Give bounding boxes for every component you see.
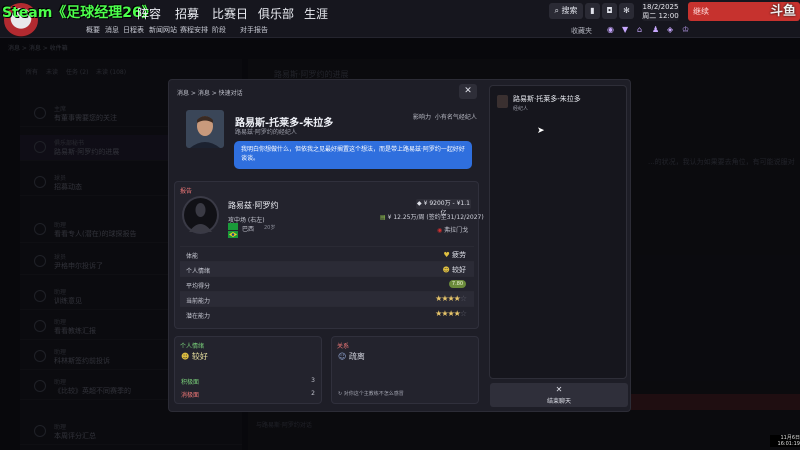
contract-icon: ▤ — [380, 214, 386, 221]
club-badge-icon: ◉ — [437, 227, 443, 234]
player-wage: ▤ ¥ 12.25万/周 (签约至31/12/2027) — [380, 214, 484, 221]
player-value: ◆ ¥ 9200万 - ¥1.1亿 — [416, 199, 471, 217]
subnav-opponent-report[interactable]: 对手报告 — [240, 25, 268, 35]
people-icon: ☺ — [338, 352, 347, 361]
rating-pill: 7.80 — [449, 280, 466, 288]
star-rating: ★★★★☆ — [435, 294, 467, 303]
subnav-stage[interactable]: 阶段 — [212, 25, 226, 35]
search-icon: ⌕ — [554, 6, 559, 15]
relation-card: 关系 ☺ 疏离 ↻ 对你这个主教练不怎么感冒 — [331, 336, 479, 404]
star-rating: ★★★★☆ — [435, 309, 467, 318]
report-card: 报告 路易兹·阿罗约 攻中场 (右左) 巴西 20岁 ◆ ¥ 9200万 - ¥… — [174, 181, 484, 329]
end-chat-button[interactable]: ✕ 结束聊天 — [490, 383, 628, 407]
influence: 影响力 小有名气经纪人 — [413, 114, 477, 121]
player-club: ◉ 弗拉门戈 — [437, 227, 469, 234]
subnav-fixtures[interactable]: 赛程安排 — [180, 25, 208, 35]
bookmark-icon[interactable]: ▮ — [585, 3, 600, 19]
stream-title: Steam《足球经理26》 — [2, 5, 156, 21]
nav-matchday[interactable]: 比赛日 — [212, 5, 248, 22]
player-name[interactable]: 路易兹·阿罗约 — [228, 200, 279, 211]
subnav-messages[interactable]: 消息 — [105, 25, 119, 35]
person-icon[interactable]: ♟ — [652, 25, 659, 34]
favorites-dropdown[interactable]: 收藏夹 — [571, 26, 592, 36]
refresh-icon: ↻ — [338, 391, 343, 397]
speech-bubble: 我明白你想做什么，但依我之见最好搁置这个想法，而是带上路易兹·阿罗约一起好好谈谈… — [234, 141, 472, 169]
quick-chat-dialog: 消息 > 消息 > 快速对话 ✕ 路易斯-托莱多-朱拉多 路易兹·阿罗约的经纪人… — [168, 79, 631, 412]
tactics-icon[interactable]: ◈ — [667, 25, 673, 34]
notification-icon[interactable]: ◉ — [607, 25, 614, 34]
subnav-schedule[interactable]: 日程表 — [123, 25, 144, 35]
relation-value: ☺ 疏离 — [338, 352, 365, 361]
smiley-icon: ☻ — [181, 352, 190, 361]
subnav-news[interactable]: 新闻网站 — [149, 25, 177, 35]
chat-main: 路易斯-托莱多-朱拉多 路易兹·阿罗约的经纪人 影响力 小有名气经纪人 我明白你… — [169, 104, 484, 408]
mouse-cursor-icon: ➤ — [537, 126, 545, 136]
subnav-overview[interactable]: 概要 — [86, 25, 100, 35]
attr-row-fitness: 体能 ♥ 疲劳 — [180, 246, 474, 261]
search-button[interactable]: ⌕ 搜索 — [549, 3, 583, 19]
close-icon: ✕ — [555, 385, 563, 394]
heart-icon: ♥ — [443, 251, 450, 259]
chat-partner-name: 路易斯·托莱多-朱拉多 — [513, 95, 581, 103]
relation-note: ↻ 对你这个主教练不怎么感冒 — [338, 391, 404, 397]
chat-partner-role: 经纪人 — [513, 106, 529, 112]
game-date: 18/2/2025 周二 12:00 — [642, 2, 679, 21]
report-label: 报告 — [180, 188, 193, 195]
attr-row-mood: 个人情绪 ☻ 较好 — [180, 261, 474, 276]
mood-value: ☻ 较好 — [181, 352, 208, 361]
shirt-icon[interactable]: ▼ — [622, 25, 628, 34]
smiley-icon: ☻ — [442, 266, 450, 274]
player-age: 20岁 — [264, 225, 276, 231]
nav-squad[interactable]: 阵容 — [137, 5, 161, 22]
close-icon: ✕ — [464, 86, 472, 96]
player-silhouette — [182, 196, 219, 234]
mood-card: 个人情绪 ☻ 较好 积极面 3 消极面 2 — [174, 336, 322, 404]
nav-recruitment[interactable]: 招募 — [175, 5, 199, 22]
agent-avatar — [186, 110, 224, 148]
attr-row-current-ability: 当前能力 ★★★★☆ — [180, 291, 474, 306]
tag-icon: ◆ — [417, 200, 422, 207]
chat-icon[interactable]: ◘ — [602, 3, 617, 19]
gear-icon[interactable]: ✻ — [619, 3, 634, 19]
douyu-watermark: 斗鱼 — [770, 4, 797, 19]
trophy-icon[interactable]: ♔ — [682, 25, 689, 34]
agent-role: 路易兹·阿罗约的经纪人 — [235, 129, 297, 136]
home-icon[interactable]: ⌂ — [637, 25, 642, 34]
dialog-breadcrumb: 消息 > 消息 > 快速对话 — [177, 90, 243, 97]
brazil-flag-icon — [228, 223, 238, 238]
attr-row-potential-ability: 潜在能力 ★★★★☆ — [180, 306, 474, 321]
close-button[interactable]: ✕ — [459, 84, 477, 99]
agent-avatar-small — [497, 95, 508, 108]
attr-row-avg-rating: 平均得分 7.80 — [180, 276, 474, 291]
nav-club[interactable]: 俱乐部 — [258, 5, 294, 22]
chat-panel: 路易斯·托莱多-朱拉多 经纪人 — [489, 85, 627, 379]
top-bar: Steam《足球经理26》 阵容 招募 比赛日 俱乐部 生涯 概要 消息 日程表… — [0, 0, 800, 38]
system-clock: 11月6日 16:01:19 — [770, 435, 800, 447]
player-nationality: 巴西 — [242, 226, 255, 233]
nav-career[interactable]: 生涯 — [304, 5, 328, 22]
